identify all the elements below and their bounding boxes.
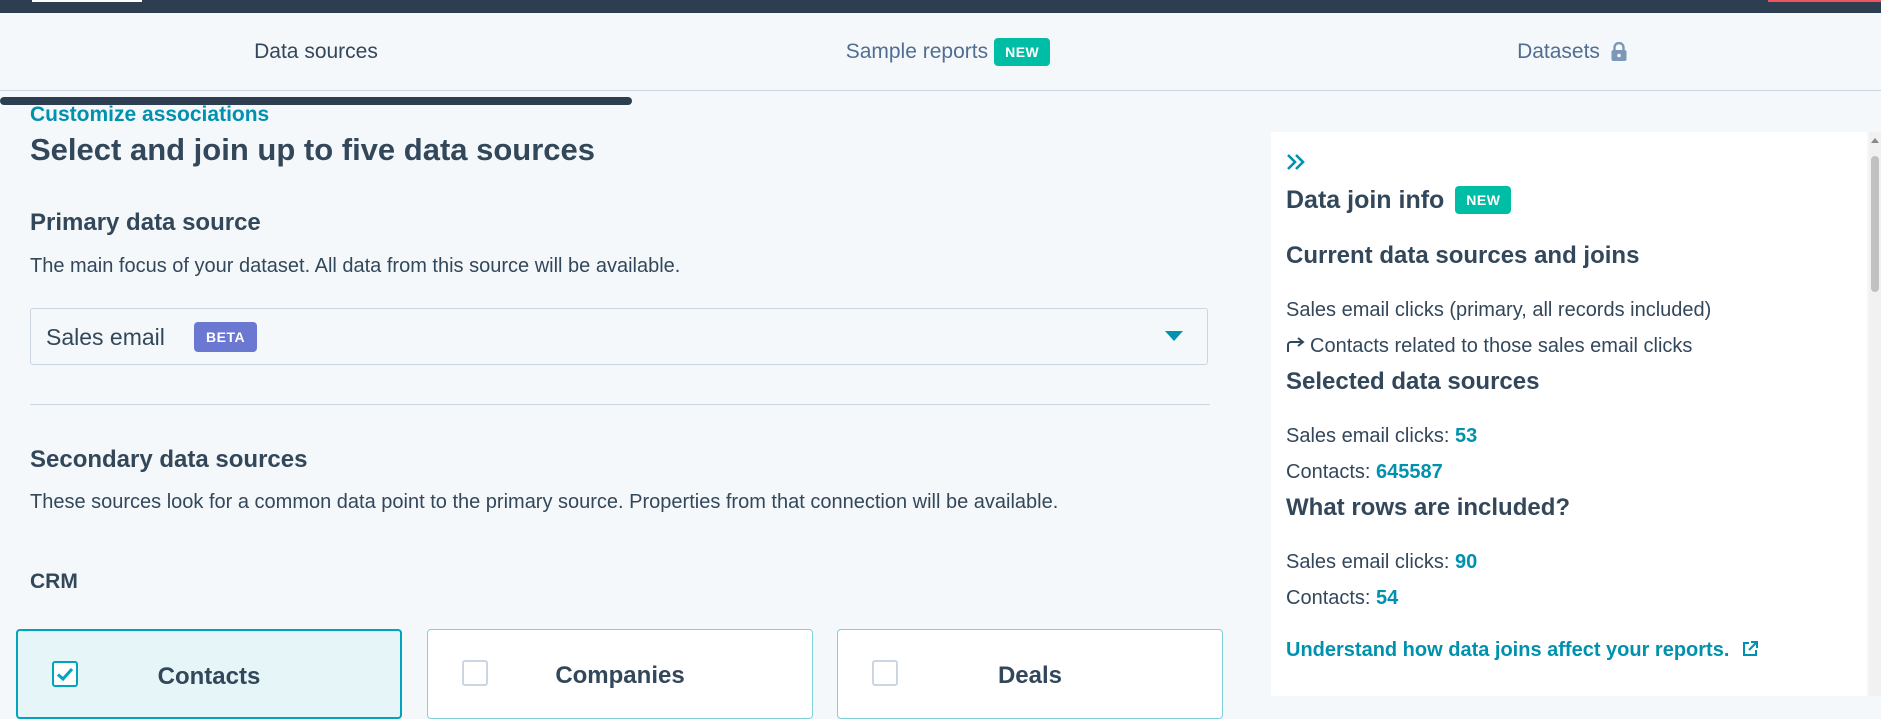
data-sources-panel: Customize associations Select and join u… <box>0 91 1260 696</box>
panel-title: Data join info NEW <box>1286 186 1512 215</box>
primary-source-value: Sales email <box>46 324 165 350</box>
tab-bar: Data sources Sample reports NEW Datasets <box>0 13 1881 105</box>
data-joins-help-link-text: Understand how data joins affect your re… <box>1286 639 1730 661</box>
tab-datasets-label: Datasets <box>1517 39 1600 63</box>
lock-icon <box>1610 41 1628 62</box>
current-join-secondary-text: Contacts related to those sales email cl… <box>1310 335 1693 357</box>
page-title: Select and join up to five data sources <box>30 132 596 167</box>
nav-logo[interactable] <box>32 0 142 2</box>
tab-datasets[interactable]: Datasets <box>1264 13 1881 90</box>
tab-sample-reports-label: Sample reports <box>845 39 989 63</box>
scrollbar-thumb[interactable] <box>1871 156 1879 292</box>
selected-sources-heading: Selected data sources <box>1286 368 1540 395</box>
included-row-label: Sales email clicks: <box>1286 551 1450 573</box>
panel-title-text: Data join info <box>1286 186 1445 214</box>
new-badge: NEW <box>994 37 1051 66</box>
top-navigation-bar <box>0 0 1881 13</box>
source-card-label: Companies <box>555 662 685 689</box>
selected-row-value: 53 <box>1454 425 1478 447</box>
included-row: Sales email clicks: 90 <box>1286 551 1477 574</box>
included-rows-heading: What rows are included? <box>1286 494 1571 521</box>
source-card-label: Contacts <box>157 663 261 690</box>
source-card-contacts[interactable]: Contacts <box>16 629 402 719</box>
return-arrow-icon <box>1287 337 1305 352</box>
nav-upgrade-button[interactable] <box>1768 0 1881 2</box>
selected-row: Sales email clicks: 53 <box>1286 425 1477 448</box>
selected-row-label: Contacts: <box>1286 461 1371 483</box>
secondary-description: These sources look for a common data poi… <box>30 491 1059 513</box>
double-chevron-right-icon[interactable] <box>1285 152 1309 172</box>
current-join-primary: Sales email clicks (primary, all records… <box>1286 299 1712 321</box>
scroll-up-icon[interactable] <box>1871 138 1879 143</box>
customize-associations-link[interactable]: Customize associations <box>30 103 269 127</box>
included-row-value: 54 <box>1376 587 1399 609</box>
included-row: Contacts: 54 <box>1286 587 1398 610</box>
current-joins-heading: Current data sources and joins <box>1286 242 1640 269</box>
included-row-value: 90 <box>1454 551 1478 573</box>
data-joins-help-link[interactable]: Understand how data joins affect your re… <box>1286 639 1759 664</box>
new-badge: NEW <box>1455 186 1512 214</box>
source-card-deals[interactable]: Deals <box>837 629 1223 719</box>
included-row-label: Contacts: <box>1286 587 1371 609</box>
primary-source-select[interactable]: Sales email BETA <box>30 308 1208 365</box>
chevron-down-icon <box>1165 331 1183 341</box>
crm-group-label: CRM <box>30 570 78 593</box>
tab-data-sources[interactable]: Data sources <box>0 13 632 90</box>
source-card-label: Deals <box>997 662 1063 689</box>
external-link-icon <box>1741 640 1759 664</box>
selected-row: Contacts: 645587 <box>1286 461 1443 484</box>
divider <box>30 404 1210 405</box>
tab-data-sources-label: Data sources <box>254 39 378 63</box>
panel-scrollbar[interactable] <box>1869 132 1881 696</box>
selected-row-label: Sales email clicks: <box>1286 425 1450 447</box>
primary-heading: Primary data source <box>30 209 261 236</box>
source-card-companies[interactable]: Companies <box>427 629 813 719</box>
selected-row-value: 645587 <box>1376 461 1443 483</box>
data-join-info-panel: Data join info NEW Current data sources … <box>1271 132 1867 696</box>
current-join-secondary: Contacts related to those sales email cl… <box>1286 335 1692 358</box>
tab-sample-reports[interactable]: Sample reports NEW <box>632 13 1264 90</box>
primary-description: The main focus of your dataset. All data… <box>30 255 681 277</box>
beta-badge: BETA <box>194 322 258 352</box>
secondary-heading: Secondary data sources <box>30 446 308 473</box>
